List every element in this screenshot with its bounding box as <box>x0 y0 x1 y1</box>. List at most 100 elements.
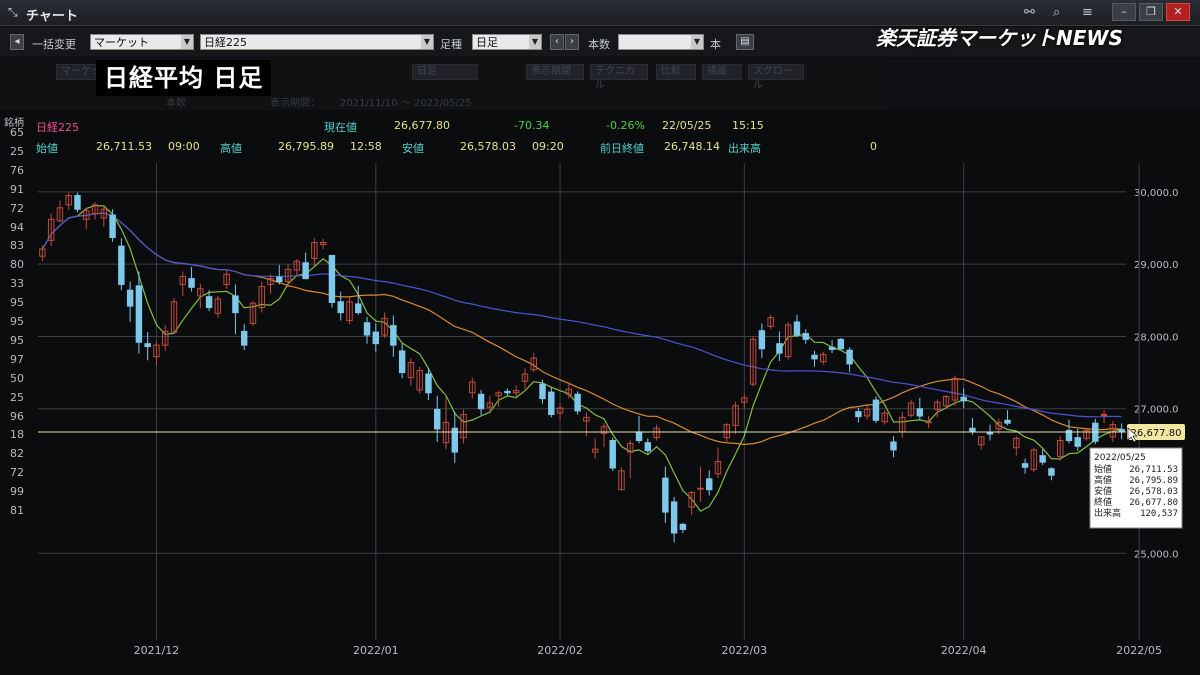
restore-button[interactable]: ❐ <box>1139 3 1163 21</box>
period-select[interactable]: 日足 ▼ <box>472 34 542 50</box>
left-list-value: 99 <box>10 485 24 499</box>
symbol-select-value: 日経225 <box>204 36 247 49</box>
left-list-value: 97 <box>10 352 24 366</box>
candle-body <box>337 301 344 314</box>
next-period-button[interactable]: › <box>565 34 579 50</box>
low-time: 09:20 <box>532 140 564 153</box>
candle-body <box>328 255 336 303</box>
ghost-range-label: 表示期間： <box>270 98 320 109</box>
candle-body <box>232 295 239 314</box>
chevron-down-icon: ▼ <box>529 35 541 49</box>
candle-body <box>1100 414 1108 417</box>
ghost-compare-button[interactable]: 比較 <box>656 64 696 80</box>
left-list-value: 25 <box>10 390 24 404</box>
candle-body <box>758 330 766 350</box>
candlestick-chart[interactable]: 30,000.0 29,000.0 28,000.0 27,000.0 25,000.0… <box>34 155 1200 675</box>
current-label: 現在値 <box>324 121 357 134</box>
candle-body <box>205 296 213 309</box>
x-tick-label: 2021/12 <box>134 644 180 657</box>
quote-date: 22/05/25 <box>662 119 712 132</box>
moving-average-line <box>41 212 1122 418</box>
open-value: 26,711.53 <box>96 140 152 153</box>
tooltip-value: 26,711.53 <box>1129 465 1178 475</box>
candle-body <box>135 285 143 343</box>
left-list-value: 94 <box>10 220 24 234</box>
count-suffix: 本 <box>710 38 721 51</box>
tooltip-value: 26,795.89 <box>1129 476 1178 486</box>
high-value: 26,795.89 <box>278 140 334 153</box>
candle-body <box>276 276 283 283</box>
chevron-down-icon: ▼ <box>181 35 193 49</box>
window-title: チャート <box>26 9 78 24</box>
high-time: 12:58 <box>350 140 382 153</box>
candle-body <box>1039 455 1046 463</box>
search-icon[interactable]: ⌕ <box>1053 5 1060 20</box>
candle-body <box>144 343 151 348</box>
link-icon[interactable]: ⚯ <box>1024 5 1035 20</box>
chevron-down-icon: ▼ <box>691 35 703 49</box>
y-tick-label: 30,000.0 <box>1134 188 1179 199</box>
candle-body <box>890 441 897 451</box>
change-value: -70.34 <box>514 119 550 132</box>
left-list-value: 76 <box>10 163 24 177</box>
period-select-value: 日足 <box>476 36 498 49</box>
candle-body <box>986 432 994 435</box>
back-button[interactable]: ◂ <box>10 34 24 50</box>
candle-body <box>504 390 511 394</box>
left-list-value: 72 <box>10 466 24 480</box>
ghost-draw-button[interactable]: 描画 <box>702 64 742 80</box>
y-tick-label: 27,000.0 <box>1134 405 1179 416</box>
prev-period-button[interactable]: ‹ <box>550 34 564 50</box>
minimize-button[interactable]: – <box>1112 3 1136 21</box>
tooltip-label: 始値 <box>1094 463 1112 475</box>
candle-body <box>1004 419 1011 424</box>
symbol-select[interactable]: 日経225 ▼ <box>200 34 434 50</box>
ghost-count-label: 本数 <box>166 98 186 109</box>
candle-body <box>574 393 581 412</box>
y-tick-label: 29,000.0 <box>1134 260 1179 271</box>
candle-body <box>74 195 81 210</box>
candle-body <box>363 322 371 336</box>
low-value: 26,578.03 <box>460 140 516 153</box>
overlay-title: 日経平均 日足 <box>96 60 272 96</box>
candle-body <box>776 343 783 354</box>
ghost-range-button[interactable]: 表示期間 <box>526 64 584 80</box>
candle-body <box>390 325 397 346</box>
candle-body <box>670 501 678 534</box>
close-button[interactable]: ✕ <box>1166 3 1190 21</box>
candle-body <box>302 262 309 280</box>
candle-body <box>1021 463 1029 468</box>
candle-body <box>846 349 853 365</box>
y-tick-label: 25,000.0 <box>1134 549 1179 560</box>
candle-body <box>477 393 485 410</box>
x-tick-label: 2022/02 <box>537 644 583 657</box>
left-list-value: 25 <box>10 144 24 158</box>
left-list-value: 95 <box>10 315 24 328</box>
y-tick-label: 28,000.0 <box>1134 332 1179 343</box>
candle-body <box>539 383 546 400</box>
ghost-period-select[interactable]: 日足 <box>412 64 478 80</box>
left-list-value: 91 <box>10 182 24 196</box>
left-list-value: 95 <box>10 296 24 310</box>
candle-body <box>609 440 616 469</box>
menu-icon[interactable]: ≡ <box>1082 5 1093 20</box>
symbol-name: 日経225 <box>36 121 79 134</box>
tooltip-value: 26,677.80 <box>1129 498 1178 508</box>
moving-average-line <box>41 212 1122 446</box>
print-icon[interactable]: ▤ <box>736 34 754 50</box>
candle-body <box>811 354 818 360</box>
x-tick-label: 2022/03 <box>721 644 767 657</box>
market-select[interactable]: マーケット ▼ <box>90 34 194 50</box>
count-input[interactable]: ▼ <box>618 34 704 50</box>
tooltip-value: 120,537 <box>1140 509 1178 519</box>
left-list-value: 33 <box>10 277 24 291</box>
left-list-value: 96 <box>10 409 24 423</box>
candle-body <box>960 396 967 402</box>
candle-body <box>109 214 116 238</box>
ghost-scroll-button[interactable]: スクロール <box>748 64 804 91</box>
left-list-value: 83 <box>10 239 24 253</box>
change-percent: -0.26% <box>606 119 645 132</box>
tooltip-label: 終値 <box>1094 496 1112 508</box>
candle-body <box>1074 437 1081 447</box>
ghost-technical-button[interactable]: テクニカル <box>590 64 648 91</box>
